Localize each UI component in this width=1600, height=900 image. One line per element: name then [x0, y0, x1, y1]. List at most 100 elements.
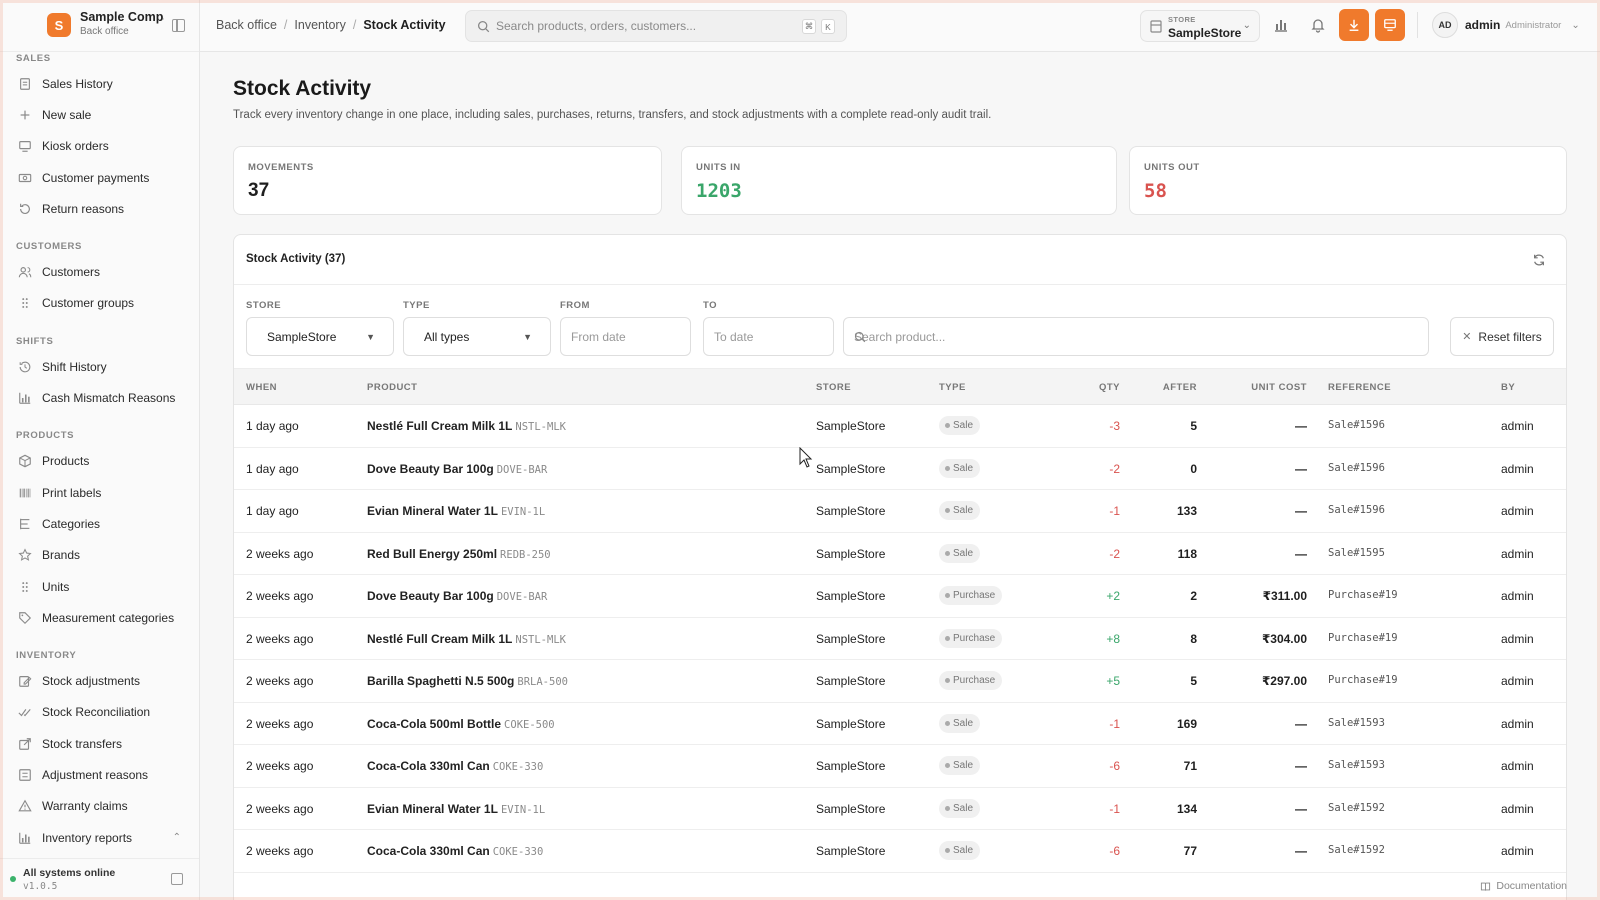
cell-reference[interactable]: Purchase#19	[1328, 632, 1398, 644]
sidebar-item-categories[interactable]: Categories	[0, 508, 199, 539]
cell-reference[interactable]: Sale#1592	[1328, 844, 1385, 856]
cell-reference[interactable]: Purchase#19	[1328, 674, 1398, 686]
table-row[interactable]: 1 day ago Dove Beauty Bar 100g DOVE-BAR Sam…	[234, 448, 1566, 490]
bar-chart-icon	[18, 831, 32, 845]
sidebar-item-new-sale[interactable]: New sale	[0, 99, 199, 130]
sidebar-item-label: Products	[42, 454, 90, 469]
store-selector[interactable]: STORE SampleStore ⌄	[1140, 10, 1260, 42]
cell-reference[interactable]: Sale#1592	[1328, 802, 1385, 814]
sidebar-item-warranty-claims[interactable]: Warranty claims	[0, 791, 199, 822]
pos-button[interactable]	[1375, 9, 1405, 41]
cell-product[interactable]: Nestlé Full Cream Milk 1L NSTL-MLK	[367, 632, 566, 646]
sidebar-item-shift-history[interactable]: Shift History	[0, 351, 199, 382]
cell-product[interactable]: Coca-Cola 500ml Bottle COKE-500	[367, 717, 555, 731]
cell-product[interactable]: Dove Beauty Bar 100g DOVE-BAR	[367, 462, 547, 476]
sidebar-item-adjustment-reasons[interactable]: Adjustment reasons	[0, 759, 199, 790]
sidebar-item-label: Customers	[42, 265, 101, 280]
cell-product[interactable]: Coca-Cola 330ml Can COKE-330	[367, 844, 543, 858]
sidebar-item-customer-groups[interactable]: Customer groups	[0, 288, 199, 319]
table-row[interactable]: 2 weeks ago Coca-Cola 330ml Can COKE-330 Sa…	[234, 830, 1566, 873]
col-reference[interactable]: REFERENCE	[1328, 382, 1391, 393]
table-row[interactable]: 2 weeks ago Barilla Spaghetti N.5 500g BRL…	[234, 660, 1566, 703]
sidebar-item-kiosk-orders[interactable]: Kiosk orders	[0, 131, 199, 162]
sidebar-item-customers[interactable]: Customers	[0, 256, 199, 287]
cell-store: SampleStore	[816, 461, 886, 476]
col-after[interactable]: AFTER	[1163, 382, 1197, 393]
cell-reference[interactable]: Sale#1596	[1328, 419, 1385, 431]
cell-product[interactable]: Dove Beauty Bar 100g DOVE-BAR	[367, 589, 547, 603]
users-icon	[18, 265, 32, 279]
search-placeholder: Search products, orders, customers...	[496, 19, 697, 33]
cell-product[interactable]: Nestlé Full Cream Milk 1L NSTL-MLK	[367, 419, 566, 433]
sidebar-item-sales-history[interactable]: Sales History	[0, 68, 199, 99]
cell-product[interactable]: Evian Mineral Water 1L EVIN-1L	[367, 802, 545, 816]
sidebar-item-customer-payments[interactable]: Customer payments	[0, 162, 199, 193]
cell-qty: -1	[1109, 716, 1120, 731]
brand-subtitle: Back office	[80, 26, 129, 37]
sidebar-item-units[interactable]: Units	[0, 571, 199, 602]
cell-reference[interactable]: Sale#1593	[1328, 759, 1385, 771]
cell-reference[interactable]: Purchase#19	[1328, 589, 1398, 601]
product-name: Dove Beauty Bar 100g	[367, 461, 494, 476]
status-dot-icon	[10, 876, 16, 882]
sidebar-item-stock-adjustments[interactable]: Stock adjustments	[0, 665, 199, 696]
global-search-input[interactable]: Search products, orders, customers... ⌘ …	[465, 10, 847, 42]
analytics-icon[interactable]	[1273, 17, 1289, 33]
table-row[interactable]: 2 weeks ago Evian Mineral Water 1L EVIN-1L…	[234, 788, 1566, 830]
cell-when: 2 weeks ago	[246, 801, 314, 816]
product-name: Evian Mineral Water 1L	[367, 504, 498, 518]
sidebar-collapse-icon[interactable]	[172, 19, 185, 32]
sidebar-item-stock-transfers[interactable]: Stock transfers	[0, 728, 199, 759]
bell-icon[interactable]	[1310, 17, 1326, 33]
sidebar-item-stock-reconciliation[interactable]: Stock Reconciliation	[0, 697, 199, 728]
cell-product[interactable]: Barilla Spaghetti N.5 500g BRLA-500	[367, 674, 568, 688]
table-row[interactable]: 2 weeks ago Nestlé Full Cream Milk 1L NSTL…	[234, 618, 1566, 660]
to-date-input[interactable]: To date	[703, 317, 834, 356]
cell-by: admin	[1501, 631, 1534, 646]
col-store[interactable]: STORE	[816, 382, 851, 393]
download-button[interactable]	[1339, 9, 1369, 41]
cell-reference[interactable]: Sale#1596	[1328, 504, 1385, 516]
sidebar-item-products[interactable]: Products	[0, 446, 199, 477]
sidebar-item-return-reasons[interactable]: Return reasons	[0, 193, 199, 224]
table-row[interactable]: 1 day ago Evian Mineral Water 1L EVIN-1L Sa…	[234, 490, 1566, 533]
table-row[interactable]: 2 weeks ago Dove Beauty Bar 100g DOVE-BAR S…	[234, 575, 1566, 618]
chevron-up-icon[interactable]: ⌃	[173, 832, 181, 843]
sidebar-toggle-icon[interactable]	[171, 873, 183, 885]
col-qty[interactable]: QTY	[1099, 382, 1120, 393]
barcode-icon	[18, 486, 32, 500]
cell-product[interactable]: Evian Mineral Water 1L EVIN-1L	[367, 504, 545, 518]
pos-terminal-icon	[1384, 19, 1396, 31]
reset-filters-button[interactable]: ✕ Reset filters	[1450, 317, 1554, 356]
type-filter-select[interactable]: All types ▼	[403, 317, 551, 356]
cell-product[interactable]: Coca-Cola 330ml Can COKE-330	[367, 759, 543, 773]
sidebar-item-brands[interactable]: Brands	[0, 540, 199, 571]
col-product[interactable]: PRODUCT	[367, 382, 417, 393]
cell-reference[interactable]: Sale#1596	[1328, 462, 1385, 474]
avatar: AD	[1432, 12, 1458, 38]
breadcrumb-back-office[interactable]: Back office	[216, 18, 277, 32]
user-menu[interactable]: AD admin Administrator ⌄	[1432, 12, 1580, 38]
sidebar-item-measurement-categories[interactable]: Measurement categories	[0, 602, 199, 633]
table-row[interactable]: 2 weeks ago Coca-Cola 500ml Bottle COKE-50…	[234, 703, 1566, 745]
store-filter-select[interactable]: SampleStore ▼	[246, 317, 394, 356]
col-type[interactable]: TYPE	[939, 382, 966, 393]
table-row[interactable]: 1 day ago Nestlé Full Cream Milk 1L NSTL-M…	[234, 405, 1566, 448]
col-when[interactable]: WHEN	[246, 382, 277, 393]
breadcrumb-inventory[interactable]: Inventory	[294, 18, 345, 32]
from-date-input[interactable]: From date	[560, 317, 691, 356]
sidebar-item-print-labels[interactable]: Print labels	[0, 477, 199, 508]
table-row[interactable]: 2 weeks ago Red Bull Energy 250ml REDB-250…	[234, 533, 1566, 575]
col-unit-cost[interactable]: UNIT COST	[1251, 382, 1307, 393]
documentation-link[interactable]: Documentation	[1480, 880, 1567, 892]
cell-reference[interactable]: Sale#1595	[1328, 547, 1385, 559]
table-row[interactable]: 2 weeks ago Coca-Cola 330ml Can COKE-330 Sa…	[234, 745, 1566, 788]
cell-reference[interactable]: Sale#1593	[1328, 717, 1385, 729]
refresh-icon[interactable]	[1532, 253, 1546, 267]
sidebar-item-cash-mismatch-reasons[interactable]: Cash Mismatch Reasons	[0, 382, 199, 413]
sidebar-item-inventory-reports[interactable]: Inventory reports ⌃	[0, 822, 199, 853]
product-search-input[interactable]: Search product...	[843, 317, 1429, 356]
col-by[interactable]: BY	[1501, 382, 1515, 393]
cell-product[interactable]: Red Bull Energy 250ml REDB-250	[367, 547, 551, 561]
brand[interactable]: S Sample Company Back office	[0, 0, 199, 52]
